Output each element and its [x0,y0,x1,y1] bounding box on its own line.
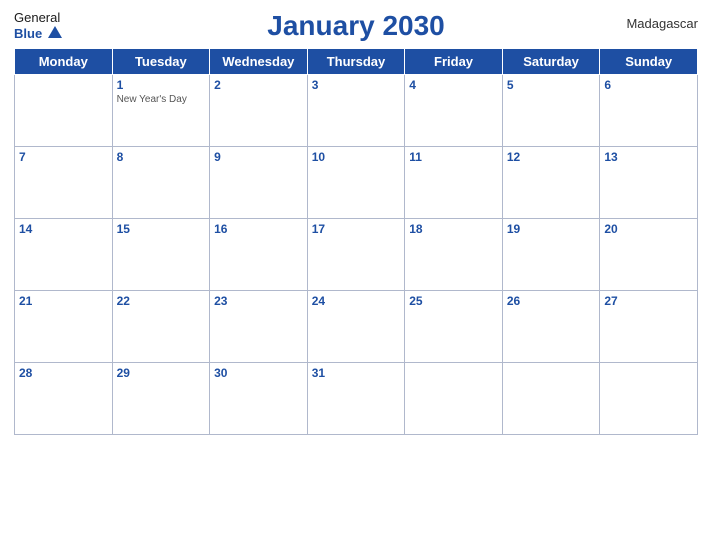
day-number: 14 [19,222,108,236]
calendar-cell: 26 [502,291,600,363]
calendar-cell: 10 [307,147,405,219]
calendar-cell: 13 [600,147,698,219]
calendar-cell: 3 [307,75,405,147]
logo-area: General Blue [14,10,62,41]
calendar-week-row: 28 29 30 31 [15,363,698,435]
calendar-cell: 30 [210,363,308,435]
day-number: 4 [409,78,498,92]
calendar-cell: 11 [405,147,503,219]
day-number: 1 [117,78,206,92]
day-number: 8 [117,150,206,164]
calendar-cell: 1 New Year's Day [112,75,210,147]
day-number: 15 [117,222,206,236]
calendar-cell: 20 [600,219,698,291]
calendar-cell: 31 [307,363,405,435]
calendar-cell: 19 [502,219,600,291]
calendar-cell: 8 [112,147,210,219]
day-number: 26 [507,294,596,308]
calendar-cell: 25 [405,291,503,363]
weekday-header-thursday: Thursday [307,49,405,75]
holiday-label: New Year's Day [117,94,206,105]
calendar-cell: 24 [307,291,405,363]
calendar-cell: 6 [600,75,698,147]
day-number: 12 [507,150,596,164]
day-number: 25 [409,294,498,308]
day-number: 22 [117,294,206,308]
calendar-cell: 17 [307,219,405,291]
calendar-cell: 27 [600,291,698,363]
calendar-cell: 28 [15,363,113,435]
weekday-header-row: MondayTuesdayWednesdayThursdayFridaySatu… [15,49,698,75]
calendar-cell: 18 [405,219,503,291]
day-number: 20 [604,222,693,236]
weekday-header-monday: Monday [15,49,113,75]
day-number: 27 [604,294,693,308]
calendar-cell: 4 [405,75,503,147]
day-number: 2 [214,78,303,92]
calendar-cell [502,363,600,435]
day-number: 19 [507,222,596,236]
calendar-cell: 2 [210,75,308,147]
calendar-cell: 14 [15,219,113,291]
day-number: 30 [214,366,303,380]
day-number: 21 [19,294,108,308]
calendar-cell: 5 [502,75,600,147]
calendar-week-row: 14 15 16 17 18 19 20 [15,219,698,291]
day-number: 3 [312,78,401,92]
day-number: 7 [19,150,108,164]
weekday-header-sunday: Sunday [600,49,698,75]
calendar-cell [405,363,503,435]
country-label: Madagascar [626,16,698,31]
calendar-title: January 2030 [267,10,444,42]
day-number: 5 [507,78,596,92]
day-number: 9 [214,150,303,164]
calendar-week-row: 21 22 23 24 25 26 27 [15,291,698,363]
calendar-header: General Blue January 2030 Madagascar [14,10,698,42]
calendar-cell: 9 [210,147,308,219]
calendar-cell: 7 [15,147,113,219]
calendar-cell: 21 [15,291,113,363]
weekday-header-saturday: Saturday [502,49,600,75]
logo-general: General [14,10,60,26]
logo-triangle-icon [48,26,62,38]
calendar-cell: 12 [502,147,600,219]
calendar-cell: 16 [210,219,308,291]
logo-blue: Blue [14,26,42,42]
day-number: 6 [604,78,693,92]
day-number: 29 [117,366,206,380]
day-number: 24 [312,294,401,308]
day-number: 28 [19,366,108,380]
day-number: 10 [312,150,401,164]
day-number: 23 [214,294,303,308]
calendar-cell [15,75,113,147]
logo-combined: Blue [14,26,62,42]
calendar-wrapper: General Blue January 2030 Madagascar Mon… [0,0,712,550]
calendar-cell [600,363,698,435]
day-number: 13 [604,150,693,164]
calendar-week-row: 789 10 11 12 13 [15,147,698,219]
day-number: 11 [409,150,498,164]
calendar-table: MondayTuesdayWednesdayThursdayFridaySatu… [14,48,698,435]
weekday-header-tuesday: Tuesday [112,49,210,75]
weekday-header-friday: Friday [405,49,503,75]
day-number: 16 [214,222,303,236]
calendar-week-row: 1 New Year's Day 23456 [15,75,698,147]
day-number: 17 [312,222,401,236]
calendar-cell: 22 [112,291,210,363]
calendar-cell: 15 [112,219,210,291]
day-number: 18 [409,222,498,236]
weekday-header-wednesday: Wednesday [210,49,308,75]
calendar-cell: 23 [210,291,308,363]
calendar-cell: 29 [112,363,210,435]
day-number: 31 [312,366,401,380]
